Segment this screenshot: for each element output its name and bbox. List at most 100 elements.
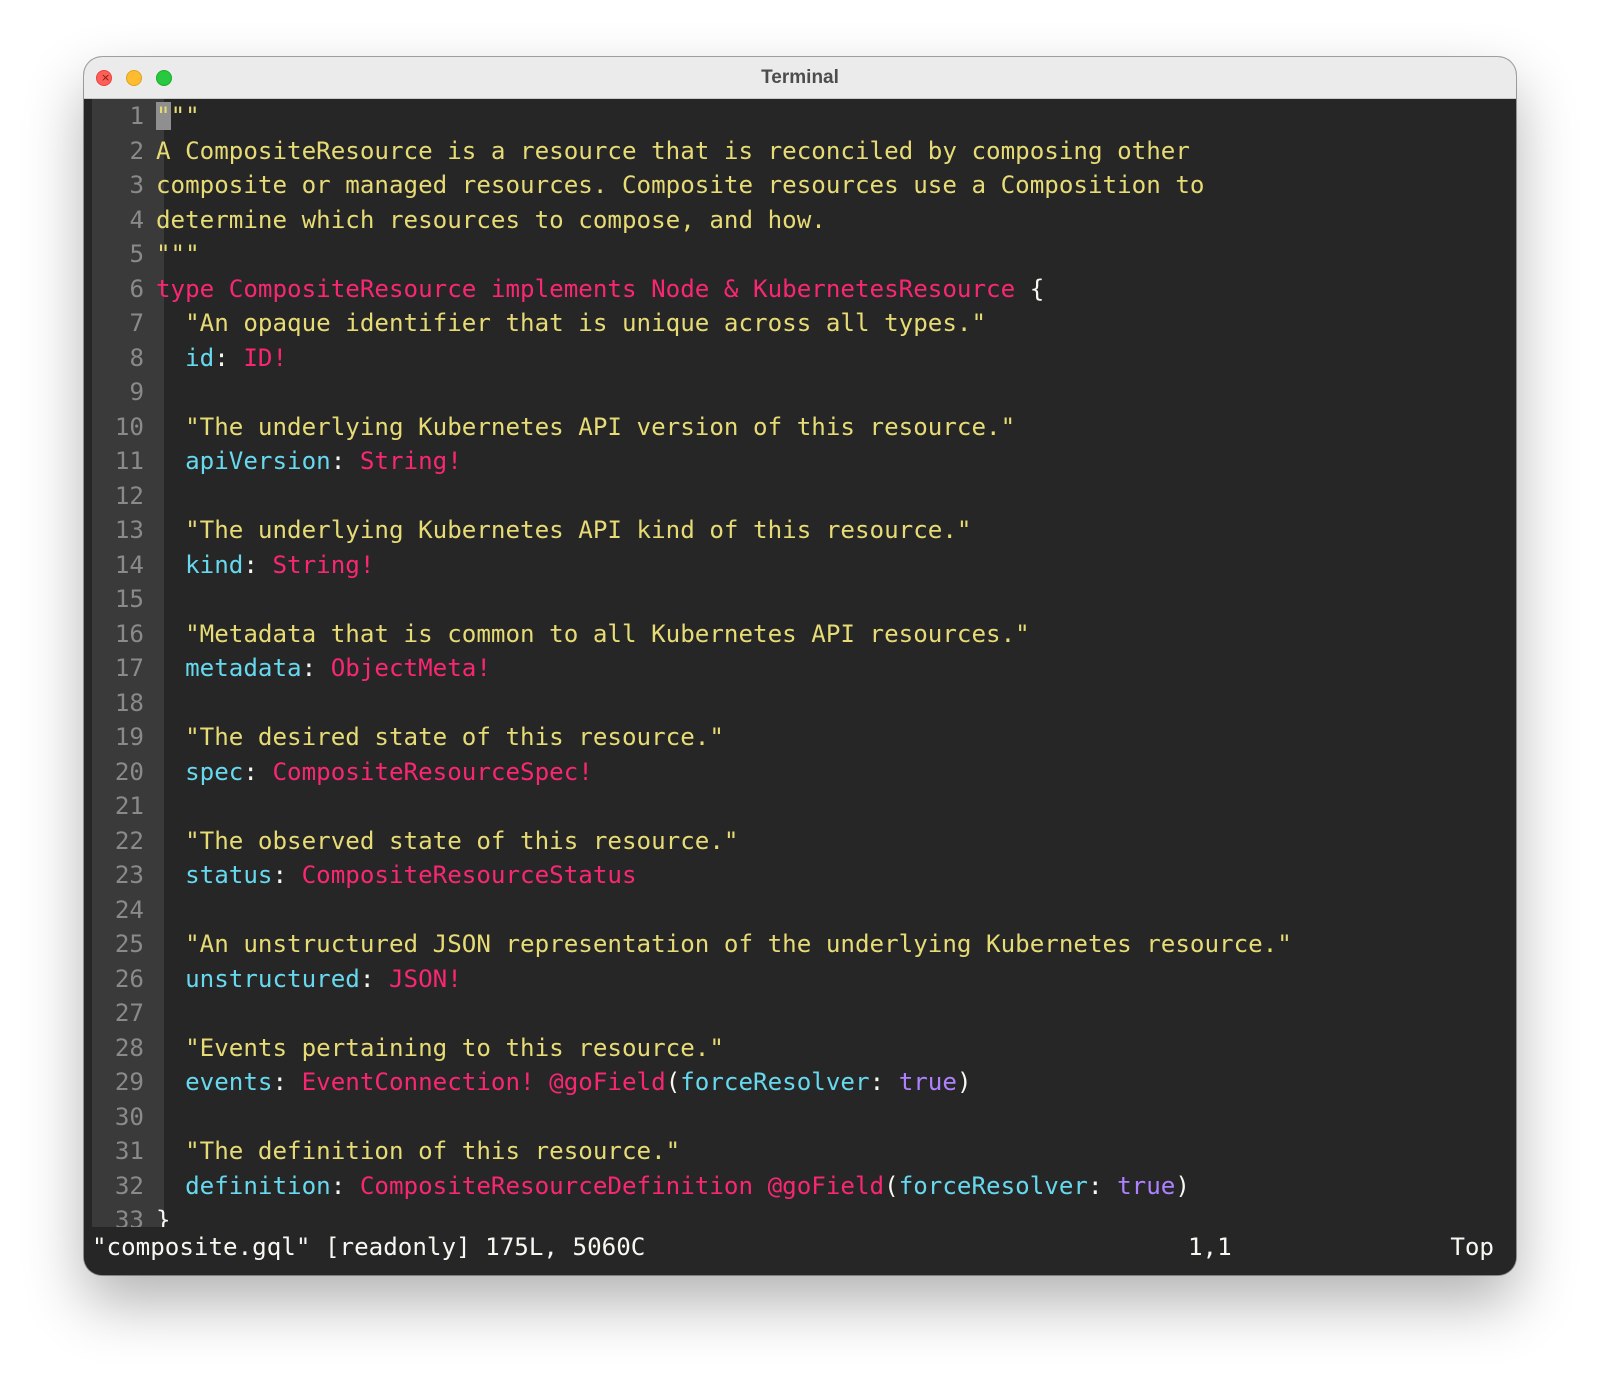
code-line: 14 kind: String! — [92, 548, 1516, 583]
code-token: : — [214, 343, 244, 372]
code-token: kind — [185, 550, 244, 579]
code-token: "The desired state of this resource." — [156, 723, 724, 751]
line-number: 31 — [114, 1137, 144, 1165]
code-token: : — [330, 447, 360, 475]
line-content: """ — [156, 102, 200, 130]
code-token: forceResolver — [898, 1171, 1088, 1200]
code-token: apiVersion — [185, 447, 331, 475]
line-number: 8 — [129, 343, 144, 372]
code-token: EventConnection! @goField — [301, 1068, 666, 1096]
line-content: determine which resources to compose, an… — [156, 206, 826, 234]
code-token: "The underlying Kubernetes API kind of t… — [156, 516, 972, 544]
line-content: id: ID! — [156, 344, 287, 372]
line-number: 9 — [129, 378, 144, 406]
line-number: 3 — [129, 171, 144, 199]
line-content: "The definition of this resource." — [156, 1137, 680, 1165]
code-token: status — [185, 861, 273, 889]
code-line: 12 — [92, 479, 1516, 514]
line-number: 21 — [114, 792, 144, 820]
line-number: 22 — [114, 826, 144, 855]
code-token: composite or managed resources. Composit… — [156, 171, 1205, 199]
terminal-window: × Terminal 1 """ 2 A CompositeResource is a… — [84, 57, 1516, 1275]
line-content: "The underlying Kubernetes API kind of t… — [156, 516, 971, 544]
line-content: "Metadata that is common to all Kubernet… — [156, 620, 1030, 648]
code-token: unstructured — [185, 964, 360, 993]
code-token: : — [243, 550, 273, 579]
line-number: 28 — [114, 1033, 144, 1062]
code-token: String! — [359, 447, 462, 475]
code-token: "An unstructured JSON representation of … — [156, 930, 1292, 958]
code-line: 19 "The desired state of this resource." — [92, 720, 1516, 755]
line-content: composite or managed resources. Composit… — [156, 171, 1204, 199]
file-info: "composite.gql" [readonly] 175L, 5060C — [92, 1233, 646, 1261]
line-content: "The desired state of this resource." — [156, 723, 724, 751]
code-token: events — [185, 1068, 273, 1096]
line-content: apiVersion: String! — [156, 447, 462, 475]
code-line: 11 apiVersion: String! — [92, 444, 1516, 479]
line-number: 30 — [114, 1102, 144, 1131]
line-content: definition: CompositeResourceDefinition … — [156, 1172, 1190, 1200]
code-token: : — [359, 964, 389, 993]
text-cursor: " — [156, 102, 171, 130]
code-line: 9 — [92, 375, 1516, 410]
code-token: JSON! — [389, 964, 462, 993]
line-content: type CompositeResource implements Node &… — [156, 275, 1044, 303]
code-token: ID! — [243, 343, 288, 372]
code-token: A CompositeResource is a resource that i… — [156, 136, 1190, 165]
code-line: 27 — [92, 996, 1516, 1031]
line-number: 10 — [114, 412, 144, 441]
line-content: "An unstructured JSON representation of … — [156, 930, 1292, 958]
line-number: 2 — [129, 136, 144, 165]
code-line: 17 metadata: ObjectMeta! — [92, 651, 1516, 686]
code-token: : — [272, 861, 302, 889]
code-token: ) — [1175, 1171, 1190, 1200]
code-token: { — [1015, 274, 1045, 303]
line-number: 20 — [114, 757, 144, 786]
vim-editor[interactable]: 1 """ 2 A CompositeResource is a resource t… — [84, 99, 1516, 1234]
code-line: 13 "The underlying Kubernetes API kind o… — [92, 513, 1516, 548]
code-token: id — [185, 343, 215, 372]
code-token: metadata — [185, 654, 302, 682]
line-number: 14 — [114, 550, 144, 579]
code-line: 23 status: CompositeResourceStatus — [92, 858, 1516, 893]
code-line: 30 — [92, 1100, 1516, 1135]
code-token: ( — [665, 1068, 681, 1096]
code-line: 5 """ — [92, 237, 1516, 272]
code-line: 25 "An unstructured JSON representation … — [92, 927, 1516, 962]
code-token: "The underlying Kubernetes API version o… — [156, 412, 1016, 441]
title-bar[interactable]: × Terminal — [84, 57, 1516, 99]
code-line: 1 """ — [92, 99, 1516, 134]
code-token: "The definition of this resource." — [156, 1137, 681, 1165]
code-token: : — [1088, 1171, 1118, 1200]
code-token: ) — [956, 1068, 972, 1096]
code-line: 31 "The definition of this resource." — [92, 1134, 1516, 1169]
code-token: true — [898, 1068, 957, 1096]
code-line: 22 "The observed state of this resource.… — [92, 824, 1516, 859]
line-number: 32 — [114, 1171, 144, 1200]
code-line: 24 — [92, 893, 1516, 928]
line-content: """ — [156, 240, 200, 268]
line-number: 1 — [129, 102, 144, 130]
code-line: 18 — [92, 686, 1516, 721]
line-number: 23 — [114, 861, 144, 889]
code-token: "An opaque identifier that is unique acr… — [156, 309, 987, 337]
code-token: CompositeResourceSpec! — [272, 757, 593, 786]
line-content: metadata: ObjectMeta! — [156, 654, 491, 682]
code-line: 32 definition: CompositeResourceDefiniti… — [92, 1169, 1516, 1204]
code-lines: 1 """ 2 A CompositeResource is a resource t… — [92, 99, 1516, 1238]
line-number: 11 — [114, 447, 144, 475]
line-content: unstructured: JSON! — [156, 965, 462, 993]
code-token: """ — [156, 240, 200, 268]
code-line: 29 events: EventConnection! @goField(for… — [92, 1065, 1516, 1100]
line-number: 6 — [129, 274, 144, 303]
line-number: 19 — [114, 723, 144, 751]
code-token: definition — [185, 1171, 331, 1200]
code-token: : — [272, 1068, 302, 1096]
code-token: determine which resources to compose, an… — [156, 205, 826, 234]
